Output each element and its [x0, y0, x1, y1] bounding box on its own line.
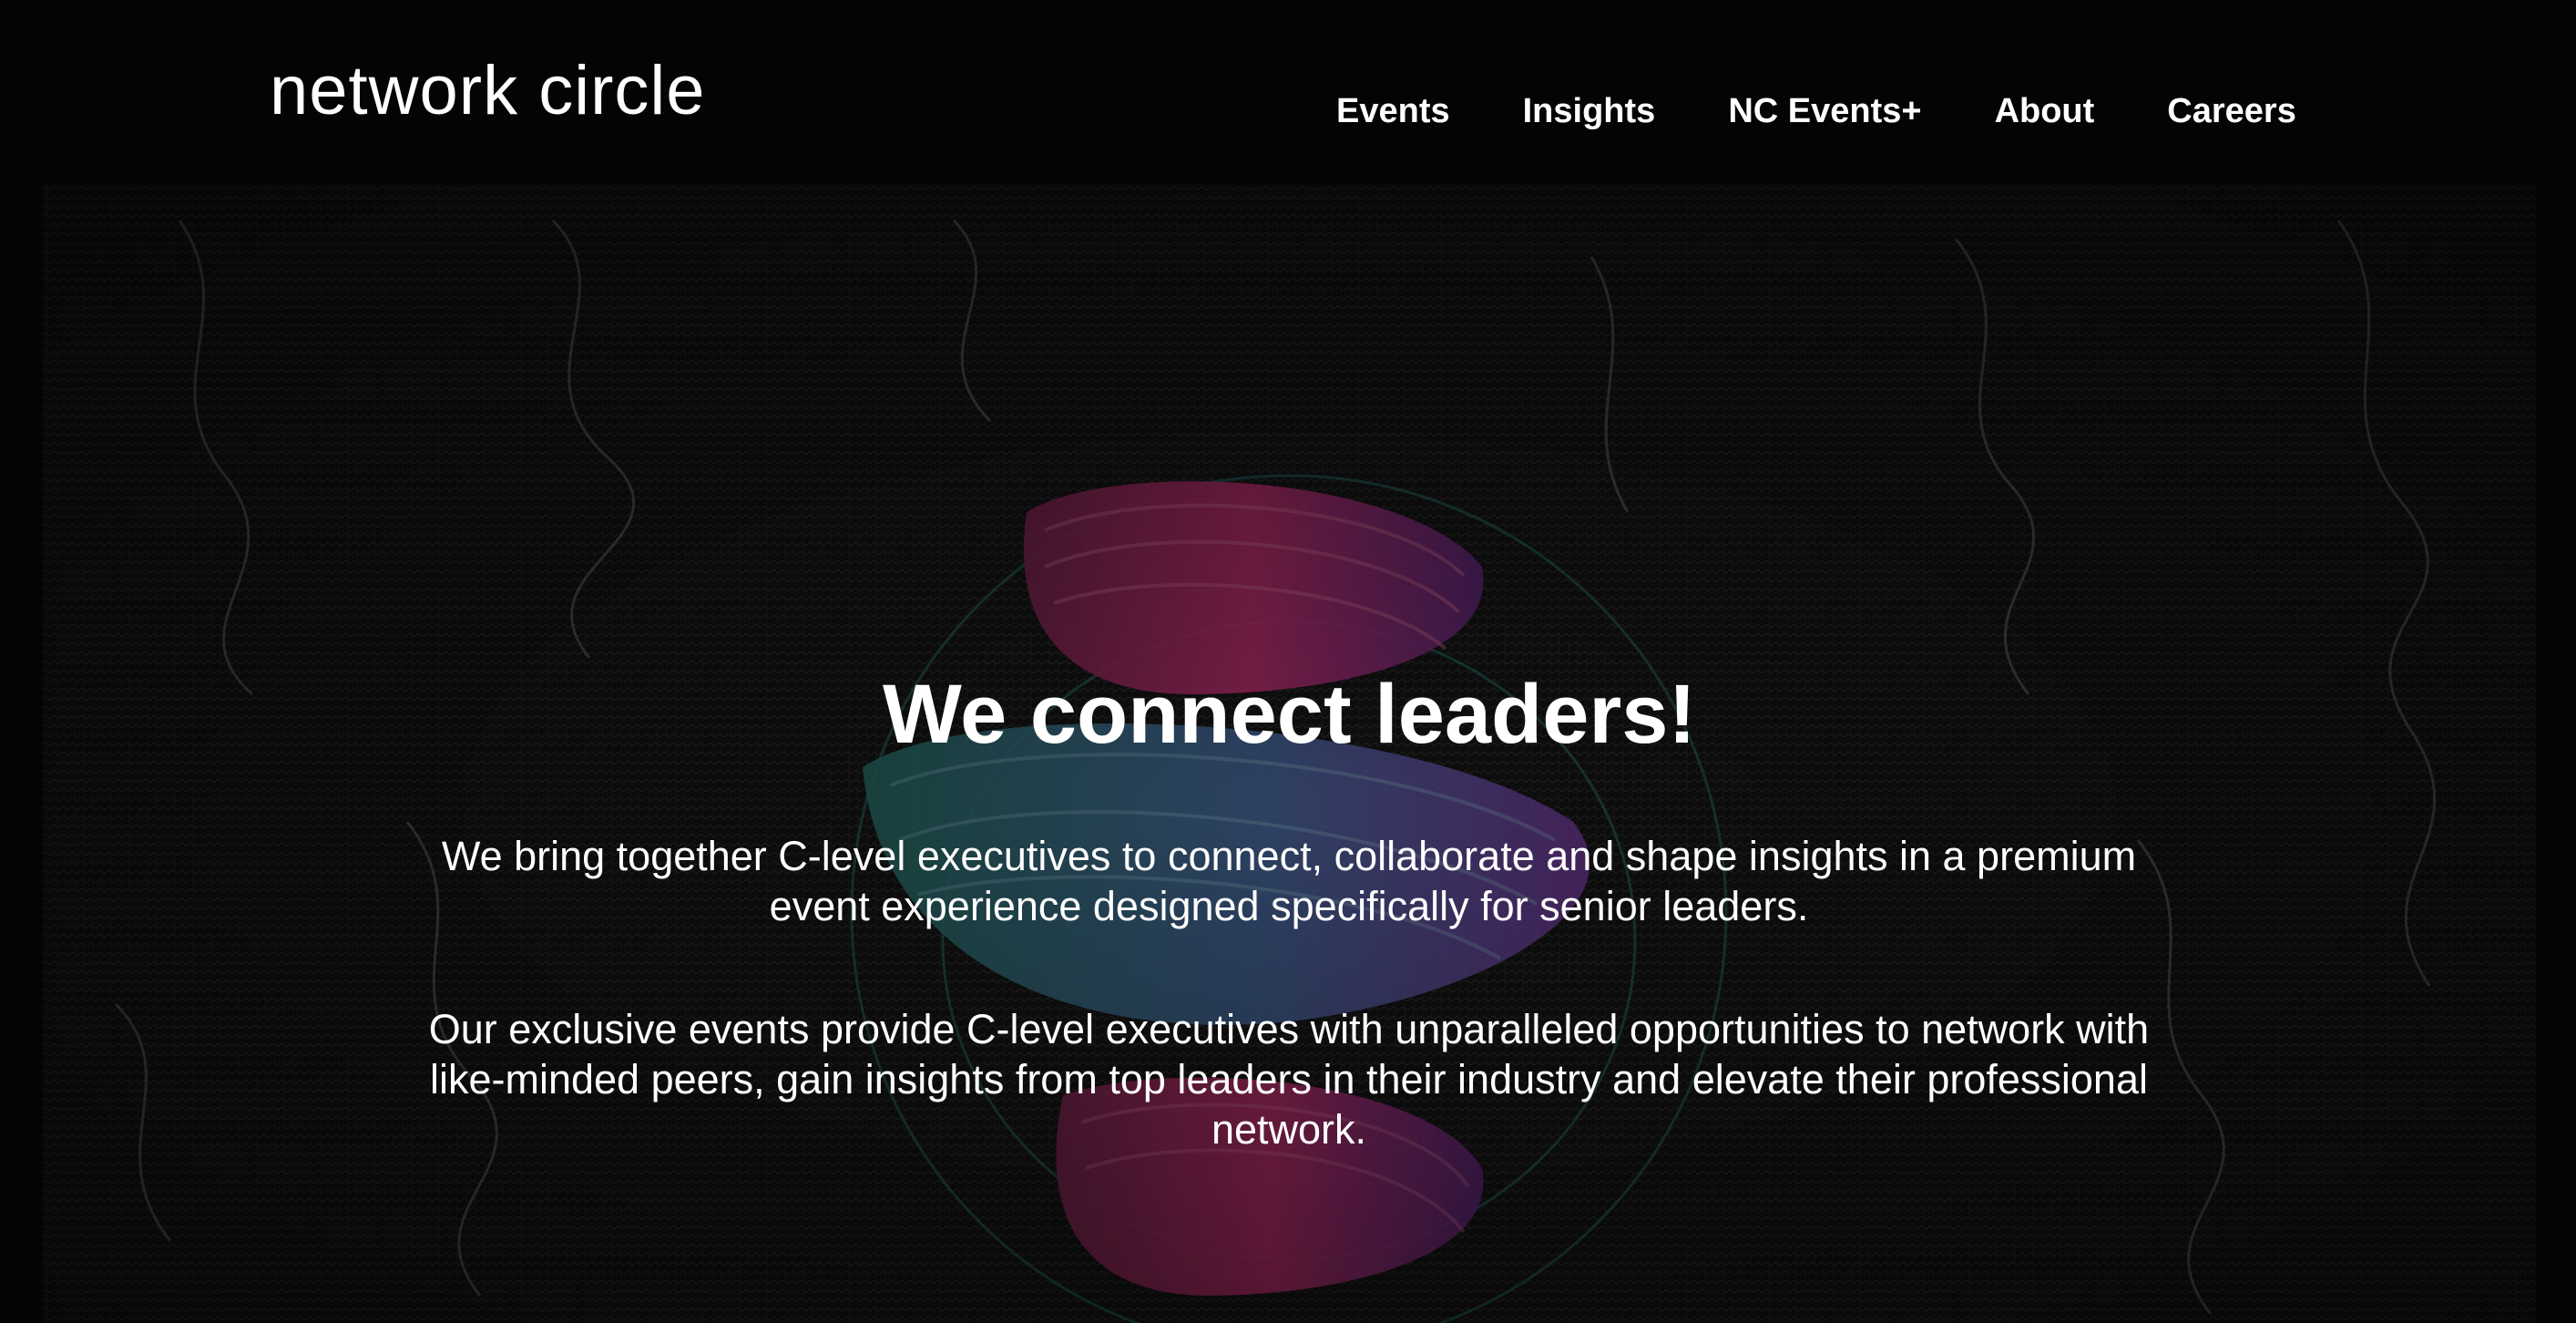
nav-item-events[interactable]: Events	[1336, 91, 1450, 133]
site-header: network circle Events Insights NC Events…	[0, 0, 2576, 184]
site-logo[interactable]: network circle	[270, 53, 706, 129]
nav-item-insights[interactable]: Insights	[1523, 91, 1656, 133]
hero-title: We connect leaders!	[882, 667, 1697, 761]
nav-item-careers[interactable]: Careers	[2167, 91, 2296, 133]
hero-description-text: Our exclusive events provide C-level exe…	[428, 1006, 2150, 1153]
nav-item-nc-events-plus[interactable]: NC Events+	[1728, 91, 1921, 133]
hero-intro-text: We bring together C-level executives to …	[441, 833, 2137, 929]
main-nav: Events Insights NC Events+ About Careers	[1336, 91, 2296, 133]
hero-section: We connect leaders! We bring together C-…	[43, 184, 2536, 1323]
nav-item-about[interactable]: About	[1995, 91, 2095, 133]
